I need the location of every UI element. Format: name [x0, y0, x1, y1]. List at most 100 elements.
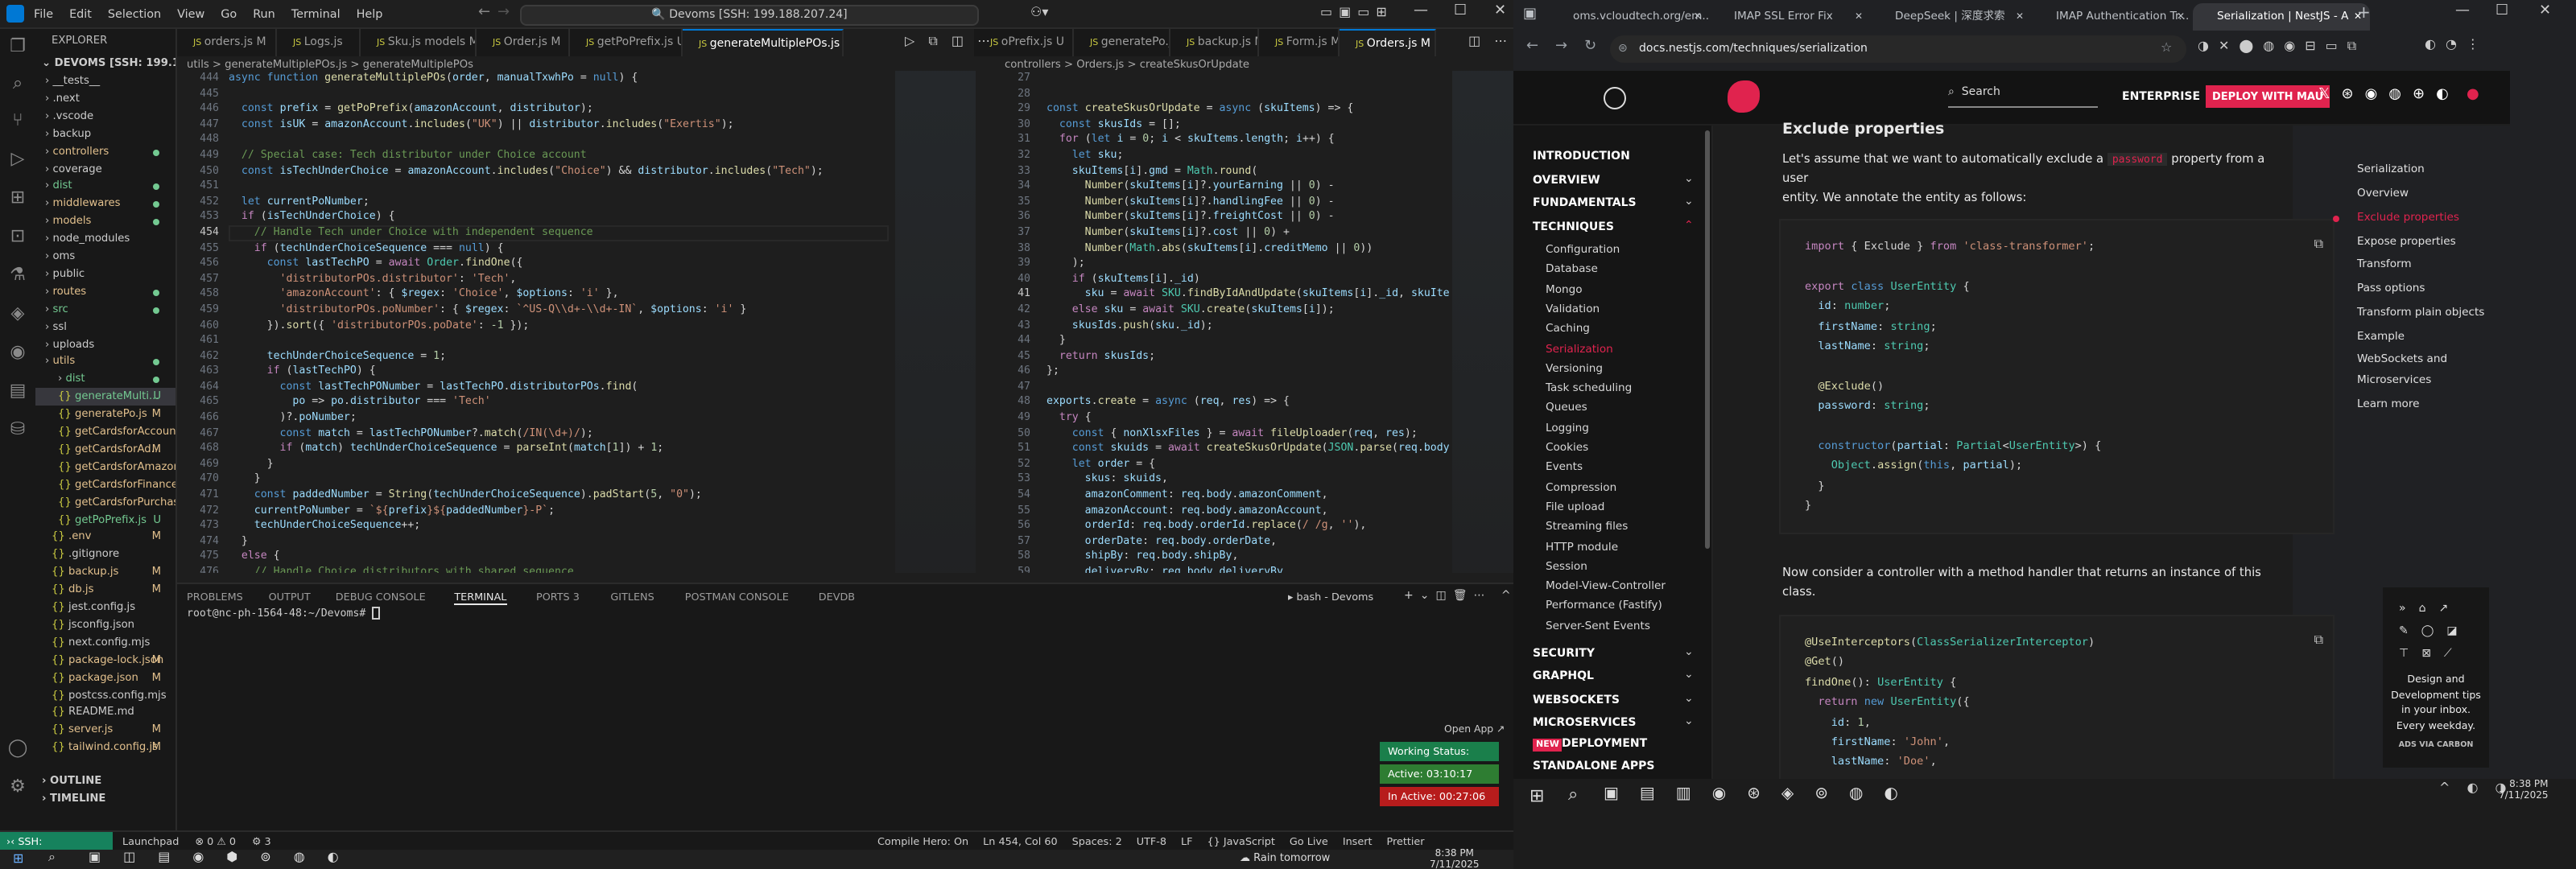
nav-security[interactable]: SECURITY [1533, 647, 1595, 660]
tab-close-icon[interactable]: ✕ [2016, 3, 2024, 31]
tree-item[interactable]: › dist [35, 178, 175, 196]
menu-item-go[interactable]: Go [213, 0, 245, 29]
status-right-item[interactable]: Go Live [1290, 835, 1328, 848]
outline-section[interactable]: › OUTLINE [42, 772, 175, 790]
browser-tab[interactable]: IMAP Authentication Tr... ✕ [2032, 3, 2193, 31]
tree-item[interactable]: {} .gitignore [35, 546, 175, 564]
nav-performance-fastify-[interactable]: Performance (Fastify) [1546, 599, 1662, 612]
tree-item[interactable]: › oms [35, 248, 175, 266]
toc-overview[interactable]: Overview [2357, 187, 2409, 200]
panel-tab-postman-console[interactable]: POSTMAN CONSOLE [685, 591, 789, 603]
tree-item[interactable]: {} README.md [35, 704, 175, 722]
nav-overview[interactable]: OVERVIEW [1533, 173, 1600, 186]
nav-techniques[interactable]: TECHNIQUES [1533, 220, 1614, 233]
command-center[interactable]: 🔍 Devoms [SSH: 199.188.207.24] [520, 5, 979, 26]
docker-icon[interactable]: ▤ [6, 380, 29, 402]
copy-code-icon[interactable]: ⧉ [2314, 632, 2323, 649]
chrome-minimize-icon[interactable]: — [2455, 3, 2470, 19]
tree-item[interactable]: {} generatePo.js M [35, 406, 175, 423]
nav-database[interactable]: Database [1546, 263, 1598, 276]
tree-item[interactable]: {} postcss.config.mjs [35, 686, 175, 704]
tree-item[interactable]: › utils [35, 353, 175, 371]
panel-tab-ports-3[interactable]: PORTS 3 [536, 591, 580, 603]
tree-item[interactable]: › src [35, 300, 175, 318]
editor-tab[interactable]: JS Form.js M [1259, 29, 1340, 56]
copilot-icon[interactable]: ⚇▾ [1030, 5, 1048, 19]
postman-icon[interactable]: ◉ [6, 341, 29, 364]
editor-tab[interactable]: JS orders.js M [177, 29, 277, 56]
reload-icon[interactable]: ↻ [1584, 39, 1596, 55]
source-control-icon[interactable]: ⑂ [6, 109, 29, 132]
panel-tab-terminal[interactable]: TERMINAL [454, 591, 507, 605]
nav-queues[interactable]: Queues [1546, 402, 1587, 414]
site-info-icon[interactable]: ⊜ [1618, 42, 1628, 55]
tree-item[interactable]: › node_modules [35, 230, 175, 248]
editor-tab[interactable]: JS Order.js M [477, 29, 570, 56]
nav-mongo[interactable]: Mongo [1546, 282, 1583, 295]
nav-configuration[interactable]: Configuration [1546, 243, 1620, 256]
theme-toggle-icon[interactable]: ● [2467, 87, 2479, 103]
deploy-button[interactable]: DEPLOY WITH MAU [2206, 85, 2330, 108]
nav-task-scheduling[interactable]: Task scheduling [1546, 381, 1632, 394]
close-icon[interactable]: ✕ [1494, 3, 1506, 19]
new-tab-icon[interactable]: + [2357, 5, 2371, 23]
editor-left-code[interactable]: async function generateMultiplePOs(order… [229, 71, 889, 573]
tree-item[interactable]: {} getCardsforAccount.js [35, 423, 175, 441]
forward-icon[interactable]: → [1555, 39, 1567, 55]
toc-expose-properties[interactable]: Expose properties [2357, 235, 2456, 248]
taskbar-search-icon[interactable]: ⌕ [48, 850, 56, 866]
nav-forward-icon[interactable]: → [497, 5, 510, 21]
status-right-item[interactable]: Spaces: 2 [1072, 835, 1122, 848]
toc-pass-options[interactable]: Pass options [2357, 282, 2425, 294]
editor-tab[interactable]: JS getPoPrefix.js U [570, 29, 683, 56]
panel-tab-problems[interactable]: PROBLEMS [187, 591, 243, 603]
nav-fundamentals[interactable]: FUNDAMENTALS [1533, 196, 1637, 209]
panel-tab-debug-console[interactable]: DEBUG CONSOLE [336, 591, 426, 603]
explorer-root[interactable]: ⌄ DEVOMS [SSH: 199.188.20... [42, 55, 175, 72]
social-icons[interactable]: 𝕏⊛◉◍⊕◐ [2318, 87, 2460, 103]
extension-icons[interactable]: ◑✕⬤◍◉⊟▭⧉ [2198, 39, 2366, 55]
tree-item[interactable]: {} getPoPrefix.js U [35, 511, 175, 529]
carbon-ad[interactable]: »⌂↗ ✎◯◪ ⊤⊠⟋ Design and Development tips … [2383, 587, 2489, 768]
enterprise-link[interactable]: ENTERPRISE [2122, 90, 2200, 103]
tree-item[interactable]: {} server.js M [35, 722, 175, 739]
status-right-item[interactable]: UTF-8 [1137, 835, 1166, 848]
nav-back-icon[interactable]: ← [478, 5, 490, 21]
pinned-apps-icons[interactable]: ▣▤▥◉⊛◈⊚◍◐ [1604, 785, 1919, 803]
search-icon[interactable]: ⌕ [6, 72, 29, 95]
terminal-name[interactable]: ▸ bash - Devoms [1288, 591, 1373, 603]
browser-tab[interactable]: IMAP SSL Error Fix ✕ [1710, 3, 1871, 31]
tree-item[interactable]: › backup [35, 125, 175, 142]
editor-tab[interactable]: JS generatePo.js M [1074, 29, 1170, 56]
nav-validation[interactable]: Validation [1546, 303, 1600, 315]
editor-right-code[interactable]: const createSkusOrUpdate = async (skuIte… [1046, 71, 1449, 573]
nav-compression[interactable]: Compression [1546, 480, 1616, 493]
toc-microservices[interactable]: Microservices [2357, 373, 2431, 386]
docs-search-input[interactable]: ⌕ Search [1948, 85, 2098, 108]
remote-indicator[interactable]: ›‹ SSH: 199.188.207.24 [0, 832, 113, 867]
toc-serialization[interactable]: Serialization [2357, 163, 2425, 175]
menu-item-run[interactable]: Run [245, 0, 283, 29]
browser-tab[interactable]: DeepSeek | 深度求索 ✕ [1871, 3, 2032, 31]
tree-item[interactable]: {} generateMulti... U [35, 388, 175, 406]
extensions-icon[interactable]: ⊞ [6, 187, 29, 209]
minimap-right[interactable] [1452, 71, 1513, 573]
nav-streaming-files[interactable]: Streaming files [1546, 520, 1628, 533]
menu-item-edit[interactable]: Edit [61, 0, 100, 29]
back-icon[interactable]: ← [1526, 39, 1538, 55]
tree-item[interactable]: {} package.json M [35, 669, 175, 686]
open-app-link[interactable]: Open App ↗ [1444, 724, 1505, 735]
weather-widget[interactable]: ☁ Rain tomorrow [1240, 851, 1330, 864]
start-icon[interactable]: ⊞ [1530, 785, 1544, 806]
tab-close-icon[interactable]: ✕ [1694, 3, 1702, 31]
nav-http-module[interactable]: HTTP module [1546, 540, 1618, 553]
tree-item[interactable]: › dist [35, 371, 175, 389]
tree-item[interactable]: {} package-lock.json M [35, 651, 175, 669]
menu-item-view[interactable]: View [169, 0, 213, 29]
nav-websockets[interactable]: WEBSOCKETS [1533, 693, 1620, 706]
gitlens-icon[interactable]: ◈ [6, 303, 29, 325]
tree-item[interactable]: › models [35, 212, 175, 230]
editor-tab[interactable]: JS Orders.js M [1340, 29, 1436, 56]
panel-tab-gitlens[interactable]: GITLENS [610, 591, 654, 603]
toc-websockets-and[interactable]: WebSockets and [2357, 352, 2447, 365]
